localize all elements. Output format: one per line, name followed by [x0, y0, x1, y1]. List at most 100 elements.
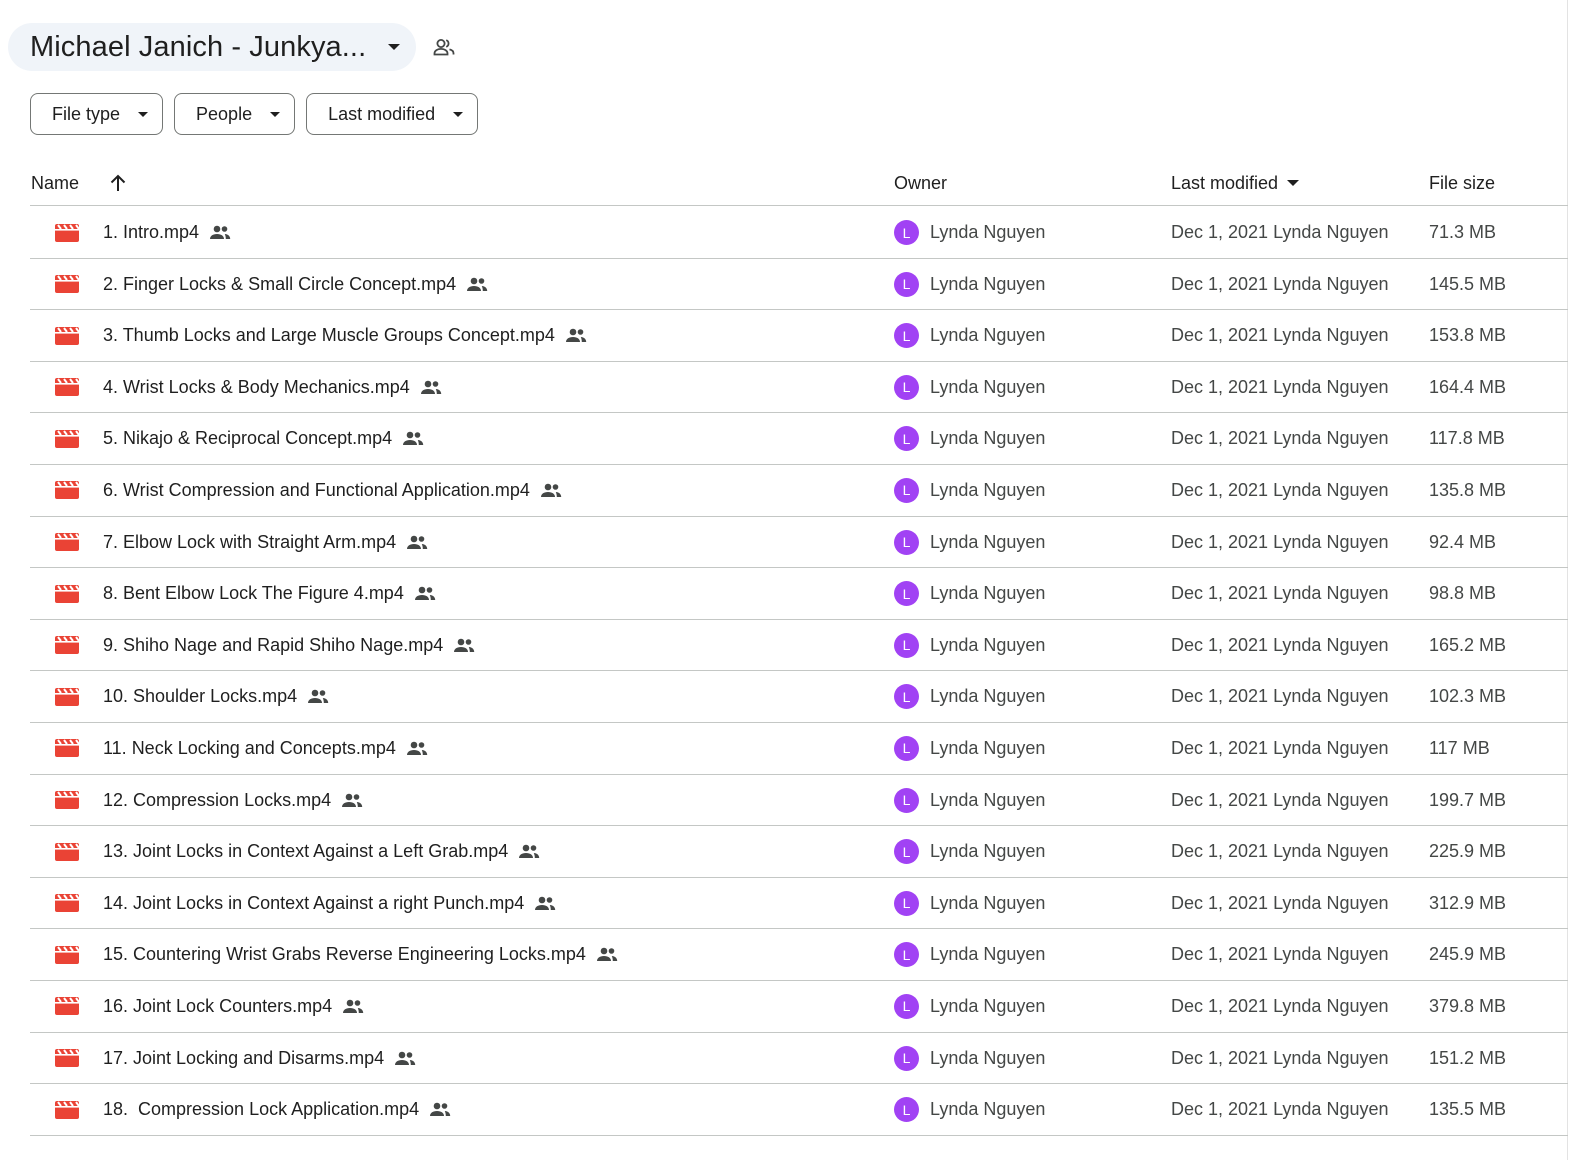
avatar: L [894, 426, 919, 452]
file-row[interactable]: 16. Joint Lock Counters.mp4 L Lynda Nguy… [30, 981, 1568, 1033]
last-modified-cell: Dec 1, 2021 Lynda Nguyen [1171, 737, 1389, 758]
filter-label: Last modified [328, 103, 436, 124]
file-name: 4. Wrist Locks & Body Mechanics.mp4 [103, 362, 442, 413]
owner-cell: L Lynda Nguyen [894, 723, 1045, 774]
last-modified-cell: Dec 1, 2021 Lynda Nguyen [1171, 1047, 1389, 1068]
file-name-text: 10. Shoulder Locks.mp4 [103, 686, 298, 707]
owner-cell: L Lynda Nguyen [894, 310, 1045, 361]
file-row[interactable]: 6. Wrist Compression and Functional Appl… [30, 465, 1568, 517]
owner-cell: L Lynda Nguyen [894, 465, 1045, 516]
column-header-last-modified[interactable]: Last modified [1171, 160, 1300, 206]
file-name: 1. Intro.mp4 [103, 207, 231, 258]
owner-name: Lynda Nguyen [930, 634, 1046, 655]
file-name: 11. Neck Locking and Concepts.mp4 [103, 723, 428, 774]
owner-name: Lynda Nguyen [930, 428, 1046, 449]
owner-cell: L Lynda Nguyen [894, 620, 1045, 671]
file-row[interactable]: 12. Compression Locks.mp4 L Lynda Nguyen… [30, 775, 1568, 827]
file-row[interactable]: 13. Joint Locks in Context Against a Lef… [30, 826, 1568, 878]
file-name: 18. Compression Lock Application.mp4 [103, 1084, 451, 1135]
file-row[interactable]: 4. Wrist Locks & Body Mechanics.mp4 L Ly… [30, 362, 1568, 414]
shared-people-icon[interactable] [432, 35, 456, 59]
file-name-text: 1. Intro.mp4 [103, 222, 200, 242]
filter-last-modified[interactable]: Last modified [306, 93, 479, 135]
file-row[interactable]: 9. Shiho Nage and Rapid Shiho Nage.mp4 L… [30, 620, 1568, 672]
last-modified-cell: Dec 1, 2021 Lynda Nguyen [1171, 428, 1389, 449]
owner-cell: L Lynda Nguyen [894, 517, 1045, 568]
file-row[interactable]: 15. Countering Wrist Grabs Reverse Engin… [30, 929, 1568, 981]
filter-file-type[interactable]: File type [30, 93, 164, 135]
owner-name: Lynda Nguyen [930, 531, 1046, 552]
file-name-text: 5. Nikajo & Reciprocal Concept.mp4 [103, 428, 393, 449]
owner-name: Lynda Nguyen [930, 1047, 1046, 1068]
filter-label: People [196, 103, 253, 124]
avatar: L [894, 220, 919, 245]
file-row[interactable]: 7. Elbow Lock with Straight Arm.mp4 L Ly… [30, 517, 1568, 569]
video-file-icon [55, 1084, 79, 1135]
file-name: 2. Finger Locks & Small Circle Concept.m… [103, 259, 488, 310]
last-modified-cell: Dec 1, 2021 Lynda Nguyen [1171, 325, 1389, 346]
file-row[interactable]: 1. Intro.mp4 L Lynda Nguyen Dec 1, 2021 … [30, 207, 1568, 259]
file-size-cell: 379.8 MB [1429, 995, 1507, 1016]
file-size-cell: 98.8 MB [1429, 583, 1497, 604]
folder-title-button[interactable]: Michael Janich - Junkya... [8, 23, 417, 71]
shared-people-icon [466, 277, 488, 292]
file-size-cell: 92.4 MB [1429, 531, 1497, 552]
drive-folder-view: Michael Janich - Junkya... File type Peo… [0, 0, 1568, 1160]
file-name-text: 8. Bent Elbow Lock The Figure 4.mp4 [103, 583, 404, 604]
video-file-icon [55, 465, 79, 516]
shared-people-icon [414, 586, 436, 601]
file-row[interactable]: 2. Finger Locks & Small Circle Concept.m… [30, 259, 1568, 311]
owner-name: Lynda Nguyen [930, 944, 1046, 965]
last-modified-cell: Dec 1, 2021 Lynda Nguyen [1171, 944, 1389, 965]
shared-people-icon [518, 844, 540, 859]
file-row[interactable]: 5. Nikajo & Reciprocal Concept.mp4 L Lyn… [30, 413, 1568, 465]
file-size-cell: 164.4 MB [1429, 376, 1507, 397]
avatar: L [894, 1045, 919, 1071]
file-name: 7. Elbow Lock with Straight Arm.mp4 [103, 517, 428, 568]
last-modified-cell: Dec 1, 2021 Lynda Nguyen [1171, 841, 1389, 862]
shared-people-icon [406, 741, 428, 756]
file-name-text: 3. Thumb Locks and Large Muscle Groups C… [103, 325, 555, 346]
owner-name: Lynda Nguyen [930, 841, 1046, 862]
owner-cell: L Lynda Nguyen [894, 362, 1045, 413]
file-name-text: 16. Joint Lock Counters.mp4 [103, 995, 333, 1016]
video-file-icon [55, 981, 79, 1032]
last-modified-cell: Dec 1, 2021 Lynda Nguyen [1171, 479, 1389, 500]
folder-title-row: Michael Janich - Junkya... [8, 23, 456, 71]
owner-name: Lynda Nguyen [930, 479, 1046, 500]
video-file-icon [55, 362, 79, 413]
file-row[interactable]: 11. Neck Locking and Concepts.mp4 L Lynd… [30, 723, 1568, 775]
caret-down-icon [1287, 180, 1300, 186]
owner-cell: L Lynda Nguyen [894, 207, 1045, 258]
avatar: L [894, 735, 919, 761]
file-row[interactable]: 10. Shoulder Locks.mp4 L Lynda Nguyen De… [30, 671, 1568, 723]
file-row[interactable]: 18. Compression Lock Application.mp4 L L… [30, 1084, 1568, 1136]
video-file-icon [55, 310, 79, 361]
file-row[interactable]: 14. Joint Locks in Context Against a rig… [30, 878, 1568, 930]
owner-name: Lynda Nguyen [930, 1099, 1046, 1120]
last-modified-cell: Dec 1, 2021 Lynda Nguyen [1171, 789, 1389, 810]
avatar: L [894, 374, 919, 400]
file-row[interactable]: 17. Joint Locking and Disarms.mp4 L Lynd… [30, 1033, 1568, 1085]
owner-cell: L Lynda Nguyen [894, 878, 1045, 929]
avatar: L [894, 684, 919, 710]
file-name-text: 4. Wrist Locks & Body Mechanics.mp4 [103, 376, 410, 397]
avatar: L [894, 839, 919, 865]
last-modified-cell: Dec 1, 2021 Lynda Nguyen [1171, 376, 1389, 397]
filter-people[interactable]: People [174, 93, 296, 135]
file-size-cell: 199.7 MB [1429, 789, 1507, 810]
file-size-cell: 225.9 MB [1429, 841, 1507, 862]
shared-people-icon [534, 896, 556, 911]
file-name: 3. Thumb Locks and Large Muscle Groups C… [103, 310, 587, 361]
file-list-header: Name Owner Last modified File size [30, 160, 1568, 206]
arrow-up-icon[interactable] [106, 160, 130, 206]
owner-name: Lynda Nguyen [930, 376, 1046, 397]
video-file-icon [55, 723, 79, 774]
file-size-cell: 145.5 MB [1429, 273, 1507, 294]
file-row[interactable]: 8. Bent Elbow Lock The Figure 4.mp4 L Ly… [30, 568, 1568, 620]
last-modified-cell: Dec 1, 2021 Lynda Nguyen [1171, 634, 1389, 655]
file-row[interactable]: 3. Thumb Locks and Large Muscle Groups C… [30, 310, 1568, 362]
caret-down-icon [388, 44, 401, 50]
owner-cell: L Lynda Nguyen [894, 1084, 1045, 1135]
column-header-name[interactable]: Name [31, 160, 79, 206]
